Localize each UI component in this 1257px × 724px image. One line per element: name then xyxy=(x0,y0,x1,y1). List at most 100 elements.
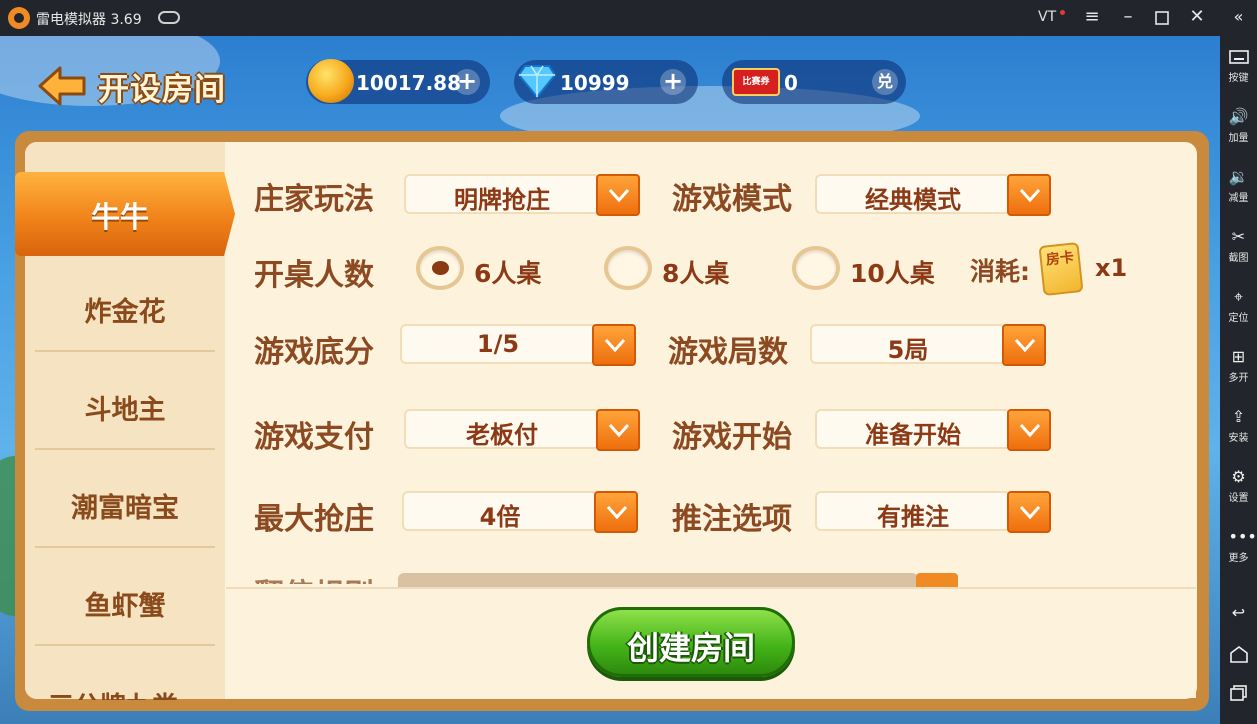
sidebar-item-settings[interactable]: ⚙ 设置 xyxy=(1220,467,1257,505)
sidebar-item-keys[interactable]: 按键 xyxy=(1220,48,1257,84)
exchange-button[interactable]: 兑 xyxy=(872,69,898,95)
ldplayer-logo-icon xyxy=(8,7,30,29)
chevron-down-icon[interactable] xyxy=(1007,491,1051,533)
home-icon[interactable] xyxy=(1220,645,1257,663)
minimize-icon[interactable]: – xyxy=(1116,6,1140,30)
diamond-balance: 10999 + xyxy=(514,60,698,104)
radio-label[interactable]: 10人桌 xyxy=(850,254,935,290)
nav-item-niuniu[interactable]: 牛牛 xyxy=(15,172,235,256)
add-diamond-button[interactable]: + xyxy=(660,69,686,95)
select-value: 有推注 xyxy=(877,503,949,531)
nav-item-doudizhu[interactable]: 斗地主 xyxy=(25,352,225,450)
select-value: 经典模式 xyxy=(865,186,961,214)
sidebar-item-volume-up[interactable]: 🔊 加量 xyxy=(1220,107,1257,145)
sidebar-item-screenshot[interactable]: ✂ 截图 xyxy=(1220,227,1257,265)
bet-option-select[interactable]: 有推注 xyxy=(815,491,1051,533)
apk-install-icon: ⇪ xyxy=(1231,407,1246,426)
partial-row-select[interactable] xyxy=(398,573,958,587)
select-value: 明牌抢庄 xyxy=(454,186,550,214)
radio-6-players[interactable] xyxy=(416,246,464,290)
vt-alert-dot xyxy=(1060,10,1065,15)
max-grab-select[interactable]: 4倍 xyxy=(402,491,638,533)
back-icon[interactable]: ↩ xyxy=(1220,604,1257,622)
emulator-sidebar: « 按键 🔊 加量 🔉 减量 ✂ 截图 ⌖ 定位 ⊞ 多开 ⇪ 安装 ⚙ 设置 … xyxy=(1220,0,1257,724)
game-start-label: 游戏开始 xyxy=(672,420,792,455)
nav-item-chaofuanbao[interactable]: 潮富暗宝 xyxy=(25,450,225,548)
chevron-down-icon[interactable] xyxy=(1002,324,1046,366)
recent-apps-icon[interactable] xyxy=(1220,684,1257,702)
gold-coin-icon xyxy=(308,59,354,103)
select-value: 准备开始 xyxy=(865,421,961,449)
sidebar-item-location[interactable]: ⌖ 定位 xyxy=(1220,287,1257,325)
rounds-label: 游戏局数 xyxy=(668,335,788,370)
nav-item-zhajinhua[interactable]: 炸金花 xyxy=(25,254,225,352)
gold-amount: 10017.88 xyxy=(356,71,462,95)
radio-selected-dot xyxy=(432,261,449,275)
gold-balance: 10017.88 + xyxy=(306,59,490,104)
sidebar-item-more[interactable]: ••• 更多 xyxy=(1220,527,1257,565)
room-card-icon: 房卡 xyxy=(1038,242,1084,296)
keyboard-icon xyxy=(1228,50,1249,64)
chevron-down-icon[interactable] xyxy=(592,324,636,366)
chevron-down-icon[interactable] xyxy=(594,491,638,533)
vt-indicator[interactable]: VT xyxy=(1038,9,1056,25)
volume-up-icon: 🔊 xyxy=(1228,107,1249,126)
divider xyxy=(35,644,215,646)
more-dots-icon: ••• xyxy=(1228,527,1257,546)
chevron-down-icon[interactable] xyxy=(1007,174,1051,216)
sidebar-item-volume-down[interactable]: 🔉 减量 xyxy=(1220,168,1257,205)
select-box xyxy=(398,573,918,587)
game-mode-label: 游戏模式 xyxy=(672,182,792,217)
back-arrow-icon[interactable] xyxy=(38,66,86,106)
create-room-button[interactable]: 创建房间 xyxy=(587,607,795,677)
base-score-label: 游戏底分 xyxy=(254,335,374,370)
payment-select[interactable]: 老板付 xyxy=(404,409,640,451)
select-value: 1/5 xyxy=(476,330,520,358)
base-score-select[interactable]: 1/5 xyxy=(400,324,636,366)
match-ticket-icon: 比赛券 xyxy=(732,68,780,96)
cost-multiplier: x1 xyxy=(1095,254,1128,282)
maximize-icon[interactable] xyxy=(1150,6,1174,30)
double-chevron-left-icon[interactable]: « xyxy=(1220,8,1257,26)
add-gold-button[interactable]: + xyxy=(454,69,480,95)
select-value: 老板付 xyxy=(466,421,538,449)
select-value: 4倍 xyxy=(479,503,521,531)
players-label: 开桌人数 xyxy=(254,258,374,293)
multi-window-icon: ⊞ xyxy=(1231,347,1246,366)
nav-item-yuxiaxie[interactable]: 鱼虾蟹 xyxy=(25,548,225,646)
rounds-select[interactable]: 5局 xyxy=(810,324,1046,366)
nav-item-partial[interactable]: 三公牌九类 xyxy=(30,678,220,700)
radio-10-players[interactable] xyxy=(792,246,840,290)
diamond-amount: 10999 xyxy=(560,71,630,95)
chevron-down-icon[interactable] xyxy=(1007,409,1051,451)
sidebar-item-install[interactable]: ⇪ 安装 xyxy=(1220,407,1257,445)
bet-option-label: 推注选项 xyxy=(672,502,792,537)
partial-row-label: 翻倍规则 xyxy=(254,570,374,584)
chevron-down-icon[interactable] xyxy=(596,174,640,216)
diamond-icon xyxy=(518,65,556,98)
select-value: 5局 xyxy=(887,336,929,364)
sidebar-item-multi[interactable]: ⊞ 多开 xyxy=(1220,347,1257,385)
gamepad-icon[interactable] xyxy=(158,11,180,24)
emulator-titlebar: 雷电模拟器 3.69 VT ≡ – ✕ xyxy=(0,0,1257,36)
radio-8-players[interactable] xyxy=(604,246,652,290)
close-icon[interactable]: ✕ xyxy=(1185,6,1209,30)
location-pin-icon: ⌖ xyxy=(1233,287,1243,306)
app-title: 雷电模拟器 3.69 xyxy=(36,12,142,28)
max-grab-label: 最大抢庄 xyxy=(254,502,374,537)
scissors-icon: ✂ xyxy=(1231,227,1246,246)
chevron-down-icon[interactable] xyxy=(916,573,958,587)
game-mode-select[interactable]: 经典模式 xyxy=(815,174,1051,216)
ticket-balance: 比赛券 0 兑 xyxy=(722,60,906,104)
radio-label[interactable]: 6人桌 xyxy=(474,254,541,290)
ticket-amount: 0 xyxy=(784,71,798,95)
banker-mode-label: 庄家玩法 xyxy=(254,182,374,217)
cost-label: 消耗: xyxy=(970,257,1030,286)
chevron-down-icon[interactable] xyxy=(596,409,640,451)
banker-mode-select[interactable]: 明牌抢庄 xyxy=(404,174,640,216)
hamburger-icon[interactable]: ≡ xyxy=(1080,6,1104,30)
gear-icon: ⚙ xyxy=(1231,467,1246,486)
page-title: 开设房间 xyxy=(98,72,226,108)
radio-label[interactable]: 8人桌 xyxy=(662,254,729,290)
game-start-select[interactable]: 准备开始 xyxy=(815,409,1051,451)
